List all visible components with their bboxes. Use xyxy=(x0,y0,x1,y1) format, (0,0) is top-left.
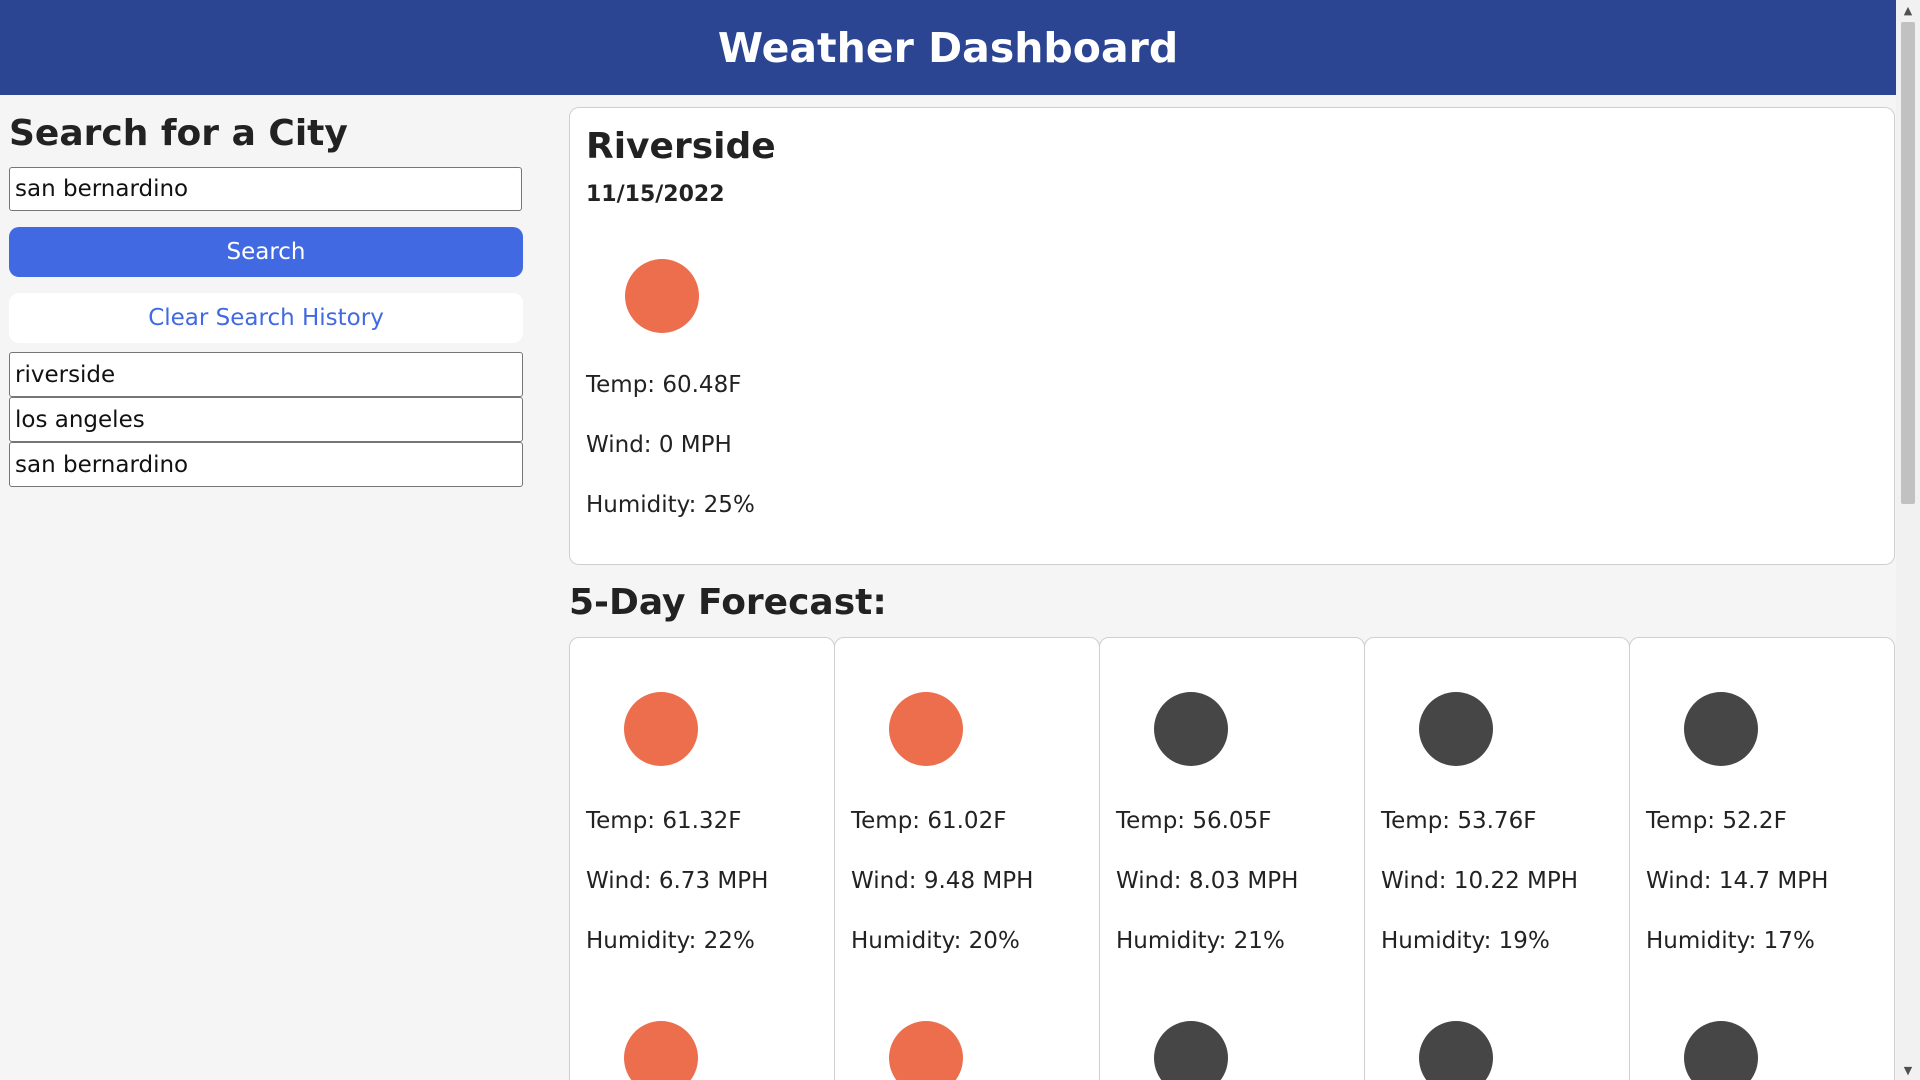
night-icon xyxy=(1154,692,1228,766)
sun-icon xyxy=(624,1021,698,1080)
forecast-temp: Temp: 53.76F xyxy=(1381,808,1537,834)
forecast-wind: Wind: 9.48 MPH xyxy=(851,868,1034,894)
history-item-san-bernardino[interactable]: san bernardino xyxy=(9,442,523,487)
current-date: 11/15/2022 xyxy=(586,182,725,207)
night-icon xyxy=(1684,1021,1758,1080)
forecast-humidity: Humidity: 20% xyxy=(851,928,1020,954)
current-city-name: Riverside xyxy=(586,126,776,167)
forecast-humidity: Humidity: 21% xyxy=(1116,928,1285,954)
page: Weather Dashboard ▲ ▼ Search for a City … xyxy=(0,0,1920,1080)
search-button[interactable]: Search xyxy=(9,227,523,277)
forecast-temp: Temp: 61.32F xyxy=(586,808,742,834)
sun-icon xyxy=(889,692,963,766)
current-temp: Temp: 60.48F xyxy=(586,372,742,398)
app-title: Weather Dashboard xyxy=(717,23,1179,72)
forecast-card-day-5: Temp: 52.2F Wind: 14.7 MPH Humidity: 17% xyxy=(1629,637,1895,1080)
forecast-card-day-2: Temp: 61.02F Wind: 9.48 MPH Humidity: 20… xyxy=(834,637,1100,1080)
scroll-down-arrow-icon[interactable]: ▼ xyxy=(1896,1060,1920,1080)
sun-icon xyxy=(624,692,698,766)
current-weather-card: Riverside 11/15/2022 Temp: 60.48F Wind: … xyxy=(569,107,1895,565)
forecast-wind: Wind: 10.22 MPH xyxy=(1381,868,1579,894)
app-header: Weather Dashboard xyxy=(0,0,1896,95)
forecast-wind: Wind: 6.73 MPH xyxy=(586,868,769,894)
night-icon xyxy=(1419,1021,1493,1080)
current-wind: Wind: 0 MPH xyxy=(586,432,732,458)
forecast-humidity: Humidity: 19% xyxy=(1381,928,1550,954)
clear-history-button[interactable]: Clear Search History xyxy=(9,293,523,343)
scroll-up-arrow-icon[interactable]: ▲ xyxy=(1896,0,1920,20)
sun-icon xyxy=(889,1021,963,1080)
forecast-card-day-1: Temp: 61.32F Wind: 6.73 MPH Humidity: 22… xyxy=(569,637,835,1080)
page-scrollbar[interactable]: ▲ ▼ xyxy=(1896,0,1920,1080)
forecast-humidity: Humidity: 22% xyxy=(586,928,755,954)
forecast-temp: Temp: 52.2F xyxy=(1646,808,1787,834)
night-icon xyxy=(1154,1021,1228,1080)
scrollbar-thumb[interactable] xyxy=(1901,22,1915,504)
search-heading: Search for a City xyxy=(9,113,348,154)
history-item-riverside[interactable]: riverside xyxy=(9,352,523,397)
night-icon xyxy=(1419,692,1493,766)
city-search-input[interactable] xyxy=(9,167,522,211)
forecast-card-day-4: Temp: 53.76F Wind: 10.22 MPH Humidity: 1… xyxy=(1364,637,1630,1080)
forecast-title: 5-Day Forecast: xyxy=(569,582,887,623)
forecast-humidity: Humidity: 17% xyxy=(1646,928,1815,954)
history-item-los-angeles[interactable]: los angeles xyxy=(9,397,523,442)
forecast-wind: Wind: 8.03 MPH xyxy=(1116,868,1299,894)
forecast-temp: Temp: 56.05F xyxy=(1116,808,1272,834)
search-history-list: riverside los angeles san bernardino xyxy=(9,352,523,487)
current-humidity: Humidity: 25% xyxy=(586,492,755,518)
forecast-card-day-3: Temp: 56.05F Wind: 8.03 MPH Humidity: 21… xyxy=(1099,637,1365,1080)
forecast-wind: Wind: 14.7 MPH xyxy=(1646,868,1829,894)
search-sidebar: Search for a City Search Clear Search Hi… xyxy=(0,95,531,1080)
forecast-temp: Temp: 61.02F xyxy=(851,808,1007,834)
night-icon xyxy=(1684,692,1758,766)
sun-icon xyxy=(625,259,699,333)
